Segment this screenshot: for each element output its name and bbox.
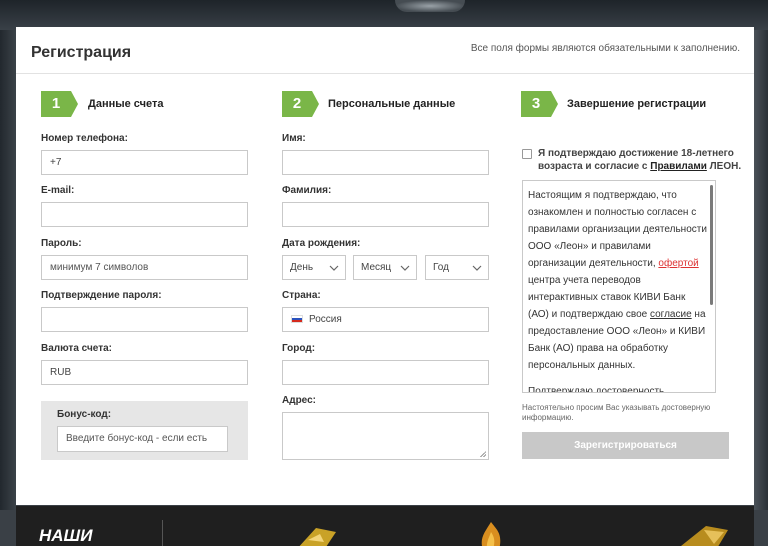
birth-year-value: Год <box>433 262 449 273</box>
country-value: Россия <box>309 314 342 325</box>
terms-paragraph-2: Подтверждаю достоверность указанных мной… <box>528 386 665 393</box>
header-divider <box>16 73 754 74</box>
password-input[interactable]: минимум 7 символов <box>41 255 248 280</box>
last-name-input[interactable] <box>282 202 489 227</box>
required-fields-note: Все поля формы являются обязательными к … <box>470 43 740 54</box>
last-name-label: Фамилия: <box>282 185 332 196</box>
terms-content: Настоящим я подтверждаю, что ознакомлен … <box>523 181 715 393</box>
consent-link[interactable]: согласие <box>650 309 692 320</box>
currency-select[interactable]: RUB <box>41 360 248 385</box>
age-agreement-checkbox[interactable] <box>522 149 532 159</box>
country-label: Страна: <box>282 290 321 301</box>
email-input[interactable] <box>41 202 248 227</box>
chevron-down-icon <box>472 265 482 271</box>
age-agreement-text: Я подтверждаю достижение 18-летнего возр… <box>538 147 743 173</box>
flame-award-icon <box>481 522 501 546</box>
terms-scroll-box[interactable]: Настоящим я подтверждаю, что ознакомлен … <box>522 180 716 393</box>
chevron-down-icon <box>400 265 410 271</box>
page-background-right <box>754 30 768 510</box>
header-decoration <box>395 0 465 12</box>
email-label: E-mail: <box>41 185 75 196</box>
step-2-label: Персональные данные <box>328 98 456 110</box>
bonus-code-box: Бонус-код: Введите бонус-код - если есть <box>41 401 248 460</box>
address-textarea[interactable] <box>282 412 489 460</box>
confirm-password-input[interactable] <box>41 307 248 332</box>
birth-date-label: Дата рождения: <box>282 238 361 249</box>
birth-year-select[interactable]: Год <box>425 255 489 280</box>
currency-label: Валюта счета: <box>41 343 112 354</box>
step-3-badge: 3 <box>521 91 558 117</box>
bonus-code-label: Бонус-код: <box>57 409 112 420</box>
phone-label: Номер телефона: <box>41 133 128 144</box>
offer-link[interactable]: офертой <box>658 258 698 269</box>
birth-day-select[interactable]: День <box>282 255 346 280</box>
register-button[interactable]: Зарегистрироваться <box>522 432 729 459</box>
russia-flag-icon <box>291 315 303 323</box>
registration-panel: Регистрация Все поля формы являются обяз… <box>16 27 754 505</box>
birth-month-value: Месяц <box>361 262 392 273</box>
page-title: Регистрация <box>31 44 132 61</box>
address-label: Адрес: <box>282 395 316 406</box>
footer-title: НАШИ <box>39 526 93 545</box>
birth-day-value: День <box>290 262 314 273</box>
award-trophy-icon <box>299 528 336 546</box>
step-3-label: Завершение регистрации <box>567 98 707 110</box>
resize-handle-icon[interactable] <box>480 451 486 457</box>
bonus-code-input[interactable]: Введите бонус-код - если есть <box>57 426 228 452</box>
chevron-down-icon <box>329 265 339 271</box>
first-name-label: Имя: <box>282 133 306 144</box>
footer-divider <box>162 520 163 546</box>
gold-award-icon <box>681 526 728 546</box>
accuracy-note: Настоятельно просим Вас указывать достов… <box>522 403 711 422</box>
terms-paragraph-1: Настоящим я подтверждаю, что ознакомлен … <box>528 187 707 374</box>
city-input[interactable] <box>282 360 489 385</box>
step-1-badge: 1 <box>41 91 78 117</box>
birth-month-select[interactable]: Месяц <box>353 255 417 280</box>
phone-input[interactable]: +7 <box>41 150 248 175</box>
terms-scrollbar[interactable] <box>710 185 713 305</box>
page-background-top <box>0 0 768 30</box>
footer-banner: НАШИ <box>16 506 754 546</box>
page-background-left <box>0 30 16 510</box>
age-agreement-suffix: ЛЕОН. <box>706 161 742 172</box>
rules-link[interactable]: Правилами <box>650 161 707 172</box>
confirm-password-label: Подтверждение пароля: <box>41 290 162 301</box>
step-1-label: Данные счета <box>88 98 164 110</box>
first-name-input[interactable] <box>282 150 489 175</box>
city-label: Город: <box>282 343 316 354</box>
password-label: Пароль: <box>41 238 82 249</box>
country-select[interactable]: Россия <box>282 307 489 332</box>
step-2-badge: 2 <box>282 91 319 117</box>
